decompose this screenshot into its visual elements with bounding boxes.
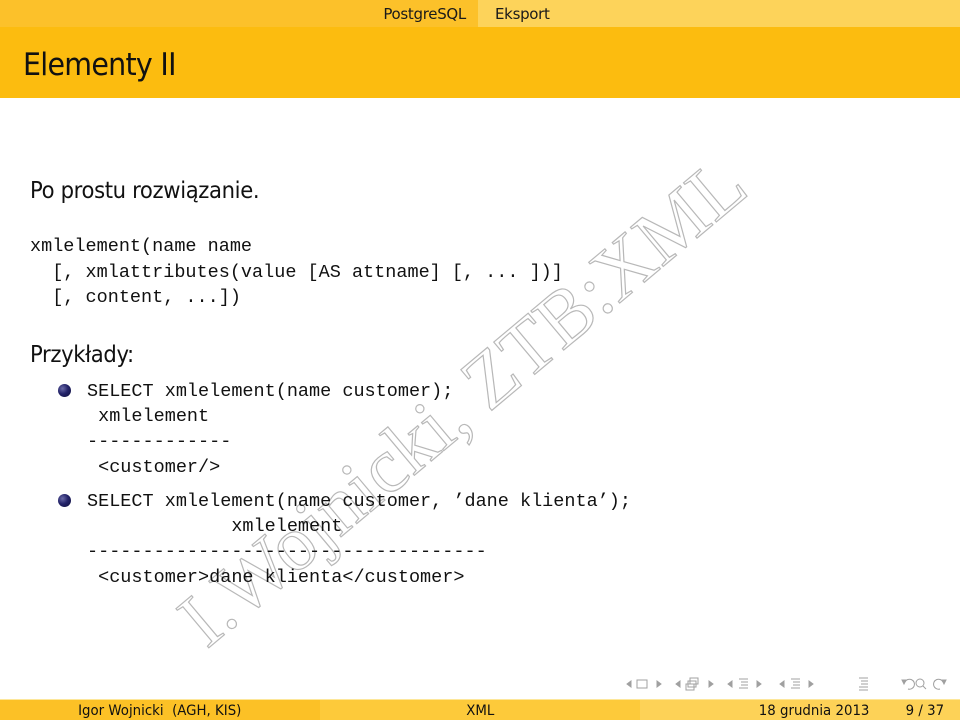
- examples-heading: Przykłady:: [30, 342, 134, 368]
- subsection-left-arrow-icon[interactable]: [675, 680, 681, 688]
- forward-arrow-head-icon: [941, 679, 947, 686]
- example-2-output-separator: ------------------------------------: [87, 541, 487, 562]
- syntax-line-2: [, xmlattributes(value [AS attname] [, .…: [30, 262, 563, 283]
- navigation-symbols-svg: [626, 677, 947, 691]
- example-1-output-header: xmlelement: [87, 406, 210, 427]
- footer-title-section: XML: [320, 700, 640, 720]
- example-2-output-value: <customer>dane klienta</customer>: [87, 567, 465, 588]
- footer-bar: Igor Wojnicki (AGH, KIS) XML 18 grudnia …: [0, 699, 960, 720]
- forward-icon[interactable]: [933, 678, 944, 690]
- example-2-output-header: xmlelement: [87, 516, 343, 537]
- search-icon[interactable]: [915, 678, 925, 688]
- part-left-arrow-icon[interactable]: [779, 680, 785, 688]
- intro-text: Po prostu rozwiązanie.: [30, 178, 260, 204]
- example-1-output-value: <customer/>: [87, 457, 221, 478]
- part-icon[interactable]: [791, 678, 800, 689]
- slide-content: Po prostu rozwiązanie. xmlelement(name n…: [0, 0, 960, 720]
- frame-icon[interactable]: [636, 679, 648, 689]
- toc-icon[interactable]: [859, 677, 868, 691]
- example-1-query: SELECT xmlelement(name customer);: [87, 381, 454, 402]
- back-arrow-head-icon: [901, 679, 907, 686]
- footer-author-section: Igor Wojnicki (AGH, KIS): [0, 700, 320, 720]
- section-left-arrow-icon[interactable]: [727, 680, 733, 688]
- subsection-icon[interactable]: [685, 677, 699, 691]
- footer-author: Igor Wojnicki (AGH, KIS): [78, 702, 242, 719]
- bullet-icon: [58, 384, 71, 397]
- footer-page-number: 9 / 37: [905, 702, 945, 719]
- footer-date: 18 grudnia 2013: [758, 702, 870, 719]
- navigation-symbols: [615, 674, 960, 694]
- back-icon[interactable]: [904, 678, 915, 690]
- search-handle-icon: [922, 685, 927, 690]
- footer-date-section: 18 grudnia 2013 9 / 37: [640, 700, 960, 720]
- section-icon[interactable]: [739, 678, 748, 689]
- part-right-arrow-icon[interactable]: [808, 680, 814, 688]
- example-2-query: SELECT xmlelement(name customer, ’dane k…: [87, 491, 631, 512]
- example-1-output-separator: -------------: [87, 431, 232, 452]
- bullet-icon: [58, 494, 71, 507]
- frame-right-arrow-icon[interactable]: [656, 680, 662, 688]
- syntax-line-3: [, content, ...]): [30, 287, 241, 308]
- syntax-line-1: xmlelement(name name: [30, 236, 253, 257]
- footer-title: XML: [465, 702, 495, 719]
- subsection-right-arrow-icon[interactable]: [708, 680, 714, 688]
- frame-left-arrow-icon[interactable]: [626, 680, 632, 688]
- section-right-arrow-icon[interactable]: [756, 680, 762, 688]
